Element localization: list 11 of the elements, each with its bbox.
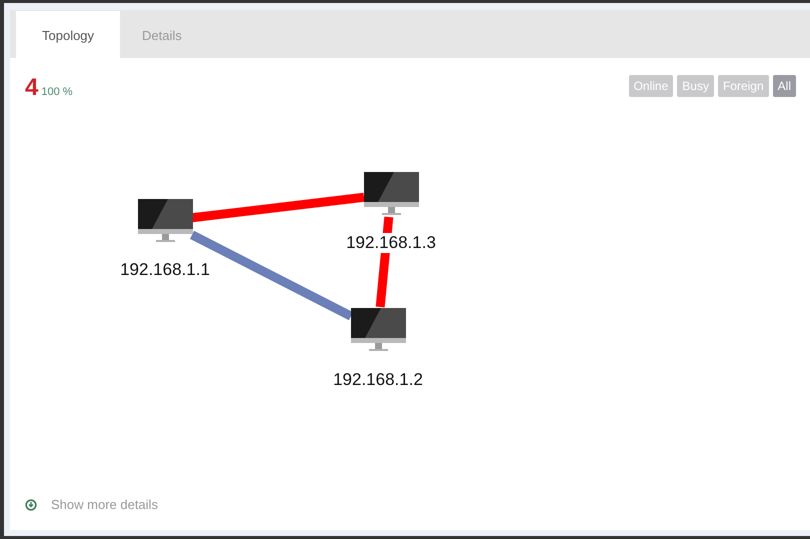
download-circle-icon[interactable] xyxy=(25,498,37,510)
node-label: 192.168.1.3 xyxy=(346,233,436,253)
node-count: 4 xyxy=(25,74,38,101)
monitor-icon[interactable] xyxy=(351,308,406,354)
monitor-icon[interactable] xyxy=(364,172,419,218)
monitor-icon[interactable] xyxy=(138,199,193,245)
filter-button[interactable]: All xyxy=(772,75,796,97)
tab[interactable]: Topology xyxy=(16,11,120,59)
tab[interactable]: Details xyxy=(120,11,204,59)
percentage: 100 % xyxy=(41,86,73,98)
show-more-link[interactable]: Show more details xyxy=(51,497,158,512)
